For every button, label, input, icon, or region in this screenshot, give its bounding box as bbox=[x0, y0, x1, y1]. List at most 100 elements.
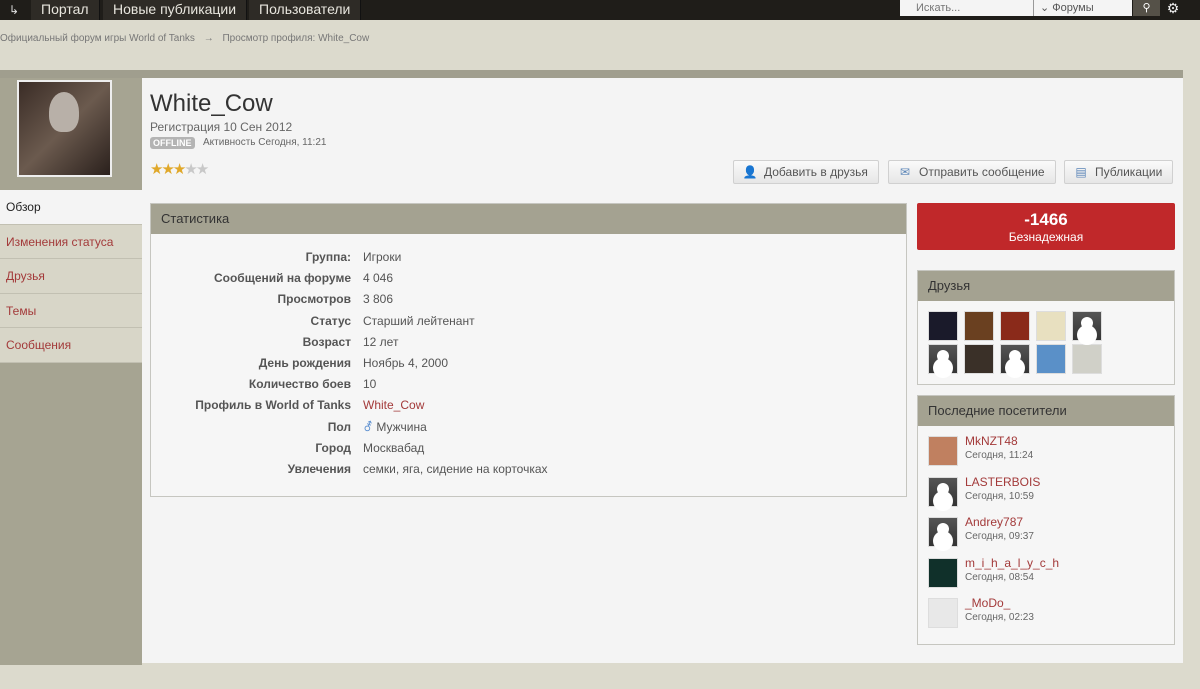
last-activity: Активность Сегодня, 11:21 bbox=[203, 137, 327, 148]
stat-value[interactable]: White_Cow bbox=[363, 398, 424, 412]
stat-label: Просмотров bbox=[277, 292, 351, 307]
stat-value-text: White_Cow bbox=[363, 398, 425, 413]
friends-panel: Друзья bbox=[917, 270, 1175, 385]
visitor-avatar[interactable] bbox=[928, 598, 958, 628]
star-icon: ★ bbox=[172, 161, 187, 178]
friend-avatar[interactable] bbox=[1072, 311, 1102, 341]
add-friend-button[interactable]: 👤 Добавить в друзья bbox=[733, 160, 879, 184]
return-arrow-icon[interactable]: ↳ bbox=[0, 0, 28, 20]
stat-label: Профиль в World of Tanks bbox=[195, 398, 351, 413]
add-user-icon: 👤 bbox=[742, 165, 758, 179]
friend-avatar[interactable] bbox=[928, 311, 958, 341]
stat-row: Просмотров 3 806 bbox=[151, 292, 906, 313]
star-icon: ★ bbox=[150, 161, 164, 178]
breadcrumb-separator: → bbox=[203, 33, 214, 44]
friend-avatar[interactable] bbox=[1036, 311, 1066, 341]
visitor-name-link[interactable]: m_i_h_a_l_y_c_h bbox=[965, 556, 1059, 570]
stat-label: Город bbox=[315, 440, 351, 455]
tab-new-publications[interactable]: Новые публикации bbox=[103, 0, 248, 20]
tab-users[interactable]: Пользователи bbox=[249, 0, 362, 20]
visitor-time: Сегодня, 10:59 bbox=[965, 490, 1034, 502]
chevron-down-icon: ⌄ bbox=[1040, 2, 1053, 14]
stat-label: Количество боев bbox=[248, 377, 351, 392]
search-input[interactable] bbox=[900, 0, 1030, 16]
stat-value: 10 bbox=[363, 377, 376, 391]
stat-value: Игроки bbox=[363, 250, 401, 264]
stat-value-text: семки, яга, сидение на корточках bbox=[363, 462, 548, 476]
header-band bbox=[0, 70, 1183, 78]
stat-row: Пол ⚦ Мужчина bbox=[151, 420, 906, 441]
stat-row: Профиль в World of Tanks White_Cow bbox=[151, 398, 906, 419]
star-icon: ★ bbox=[184, 161, 198, 178]
search-scope-label: Форумы bbox=[1052, 2, 1094, 14]
friend-avatar[interactable] bbox=[1072, 344, 1102, 374]
friend-avatar[interactable] bbox=[964, 311, 994, 341]
document-icon: ▤ bbox=[1075, 165, 1087, 179]
sidebar-item-overview[interactable]: Обзор bbox=[0, 190, 142, 225]
star-icon: ★ bbox=[195, 161, 210, 178]
sidebar-item-posts[interactable]: Сообщения bbox=[0, 328, 142, 363]
stat-label: Пол bbox=[327, 419, 351, 434]
stat-value: семки, яга, сидение на корточках bbox=[363, 462, 548, 476]
rating-stars: ★★★★★ bbox=[150, 160, 210, 178]
tab-portal[interactable]: Портал bbox=[31, 0, 100, 20]
page-title: White_Cow bbox=[150, 90, 273, 117]
stat-value-text: 12 лет bbox=[363, 334, 399, 349]
visitor-name-link[interactable]: MkNZT48 bbox=[965, 434, 1018, 448]
visitor-avatar[interactable] bbox=[928, 436, 958, 466]
stat-row: Возраст 12 лет bbox=[151, 335, 906, 356]
stat-value: Старший лейтенант bbox=[363, 314, 475, 328]
sidebar-item-friends[interactable]: Друзья bbox=[0, 259, 142, 294]
sidebar-item-status-changes[interactable]: Изменения статуса bbox=[0, 224, 142, 259]
add-friend-label: Добавить в друзья bbox=[764, 165, 868, 179]
stat-label: Сообщений на форуме bbox=[213, 271, 351, 286]
stat-value-text: 4 046 bbox=[363, 271, 394, 286]
breadcrumb-forum-link[interactable]: Официальный форум игры World of Tanks bbox=[0, 33, 195, 44]
stat-row: Статус Старший лейтенант bbox=[151, 314, 906, 335]
stat-value: Москвабад bbox=[363, 441, 424, 455]
reputation-value: -1466 bbox=[1024, 210, 1068, 229]
friend-avatar[interactable] bbox=[1000, 344, 1030, 374]
visitor-name-link[interactable]: Andrey787 bbox=[965, 515, 1023, 529]
friend-avatar[interactable] bbox=[1000, 311, 1030, 341]
stat-row: Город Москвабад bbox=[151, 441, 906, 462]
envelope-icon: ✉ bbox=[899, 165, 911, 179]
stat-value-text: 10 bbox=[363, 377, 377, 392]
stat-label: День рождения bbox=[258, 356, 351, 370]
visitor-name-link[interactable]: LASTERBOIS bbox=[965, 475, 1040, 489]
reputation-label: Безнадежная bbox=[1008, 230, 1084, 244]
stat-label: Увлечения bbox=[287, 462, 351, 476]
profile-sidebar-nav: Обзор Изменения статуса Друзья Темы Сооб… bbox=[0, 190, 142, 363]
friend-avatar[interactable] bbox=[928, 344, 958, 374]
stat-value-text: Игроки bbox=[363, 250, 402, 264]
search-button[interactable]: ⚲ bbox=[1133, 0, 1160, 16]
gear-icon[interactable]: ⚙ bbox=[1163, 0, 1183, 16]
stat-row: Количество боев 10 bbox=[151, 377, 906, 398]
search-scope-dropdown[interactable]: ⌄ Форумы bbox=[1033, 0, 1094, 16]
sidebar-item-topics[interactable]: Темы bbox=[0, 293, 142, 328]
visitor-avatar[interactable] bbox=[928, 517, 958, 547]
stat-value: ⚦ Мужчина bbox=[363, 420, 427, 434]
stat-row: Группа: Игроки bbox=[151, 250, 906, 271]
stat-value-text: Москвабад bbox=[363, 440, 425, 455]
publications-button[interactable]: ▤ Публикации bbox=[1064, 160, 1174, 184]
visitor-avatar[interactable] bbox=[928, 557, 958, 588]
visitor-name-link[interactable]: _MoDo_ bbox=[965, 596, 1010, 610]
breadcrumb: Официальный форум игры World of Tanks → … bbox=[0, 33, 375, 44]
send-message-button[interactable]: ✉ Отправить сообщение bbox=[888, 160, 1056, 184]
friends-title: Друзья bbox=[918, 271, 1174, 301]
stat-label: Возраст bbox=[302, 334, 351, 349]
avatar bbox=[17, 80, 112, 177]
friend-avatar[interactable] bbox=[1036, 344, 1066, 374]
visitor-avatar[interactable] bbox=[928, 476, 958, 507]
friend-avatar[interactable] bbox=[964, 344, 994, 374]
stat-row: Увлечения семки, яга, сидение на корточка… bbox=[151, 462, 906, 483]
stat-value-text: Ноябрь 4, 2000 bbox=[363, 356, 449, 370]
publications-label: Публикации bbox=[1095, 165, 1163, 179]
stat-label: Группа: bbox=[305, 250, 351, 264]
stat-row: День рождения Ноябрь 4, 2000 bbox=[151, 356, 906, 377]
stat-row: Сообщений на форуме 4 046 bbox=[151, 271, 906, 292]
top-navigation-bar: ↳ Портал Новые публикации Пользователи ⌄… bbox=[0, 0, 1200, 20]
visitors-title: Последние посетители bbox=[918, 396, 1174, 426]
stat-value: 4 046 bbox=[363, 271, 393, 285]
